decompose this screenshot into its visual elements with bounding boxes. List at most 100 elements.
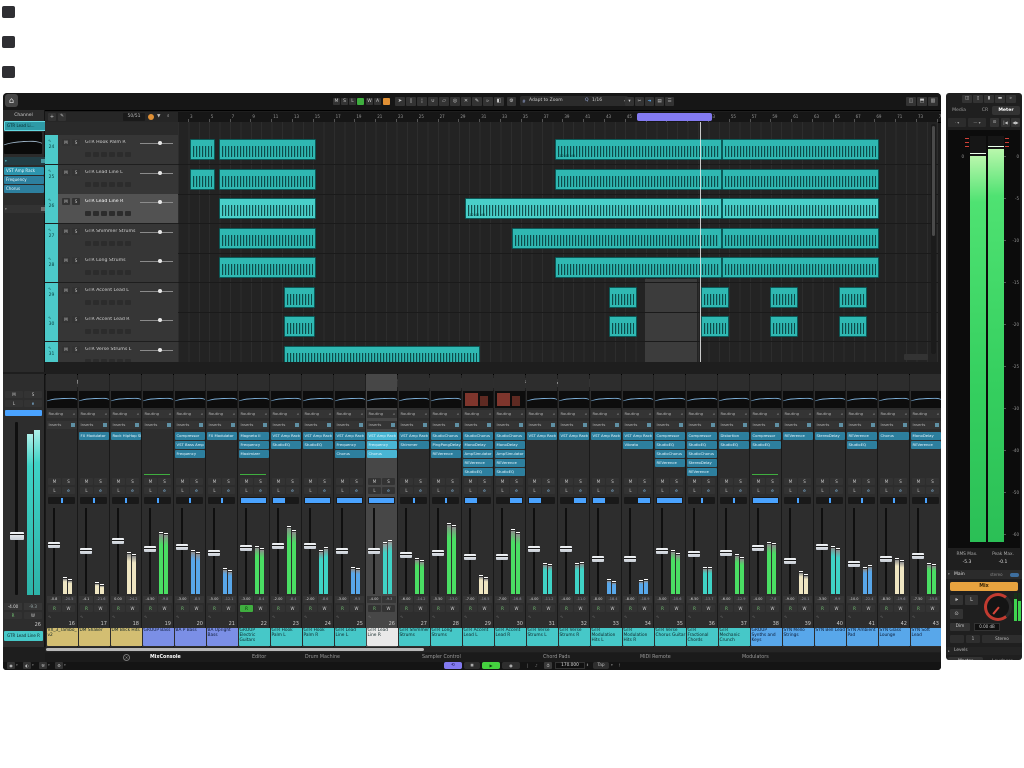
channel-write-button[interactable]: W bbox=[574, 605, 587, 612]
channel-mute-button[interactable]: M bbox=[272, 478, 285, 485]
channel-pan-control[interactable] bbox=[528, 497, 555, 504]
channel-curve-display[interactable] bbox=[431, 391, 461, 408]
insert-slot[interactable]: REVerence bbox=[495, 459, 525, 467]
insert-slot[interactable]: Chorus bbox=[335, 450, 365, 458]
channel-curve-display[interactable] bbox=[495, 391, 525, 408]
mixer-channel-strip[interactable]: Routing◂InsertsVST Amp RackStudioEQMSLe-… bbox=[302, 374, 333, 647]
channel-curve-display[interactable] bbox=[783, 391, 813, 408]
routing-rack-header[interactable]: Routing◂ bbox=[47, 410, 77, 418]
channel-edit-button[interactable]: e bbox=[318, 487, 331, 494]
output-segment-2[interactable]: Stereo bbox=[982, 635, 1022, 643]
routing-rack-header[interactable]: Routing◂ bbox=[463, 410, 493, 418]
listen-dim-button[interactable]: L bbox=[965, 595, 978, 605]
insert-slot[interactable]: StudioChorus bbox=[431, 432, 461, 440]
channel-mute-button[interactable]: M bbox=[688, 478, 701, 485]
channel-solo-button[interactable]: S bbox=[574, 478, 587, 485]
track-volume-handle[interactable] bbox=[158, 348, 162, 352]
channel-write-button[interactable]: W bbox=[894, 605, 907, 612]
channel-solo-button[interactable]: S bbox=[382, 478, 395, 485]
insert-slot[interactable]: REVerence bbox=[655, 459, 685, 467]
mixer-channel-strip[interactable]: Routing◂InsertsChorusMSLe-8.50-19.6RW∿42… bbox=[878, 374, 909, 647]
track-solo-button[interactable]: S bbox=[72, 169, 80, 176]
channel-pan-control[interactable] bbox=[688, 497, 715, 504]
channel-name-chip[interactable]: GTR Mechanic Crunch bbox=[719, 628, 751, 646]
channel-mute-button[interactable]: M bbox=[816, 478, 829, 485]
channel-pan-control[interactable] bbox=[464, 497, 491, 504]
channel-read-button[interactable]: R bbox=[592, 605, 605, 612]
channel-name-chip[interactable]: GROUP Synths and Keys bbox=[751, 628, 783, 646]
inserts-rack-header[interactable]: Inserts bbox=[175, 421, 205, 429]
track-mini-button[interactable] bbox=[93, 152, 99, 157]
insert-slot[interactable]: StudioEQ bbox=[495, 468, 525, 476]
channel-edit-button[interactable]: e bbox=[638, 487, 651, 494]
inserts-rack-header[interactable]: Inserts bbox=[431, 421, 461, 429]
channel-listen-button[interactable]: L bbox=[816, 487, 829, 494]
insert-slot[interactable]: StudioEQ bbox=[271, 441, 301, 449]
zone-expand-icon[interactable]: ▹ bbox=[1006, 95, 1016, 103]
channel-pan-control[interactable] bbox=[208, 497, 235, 504]
mixer-channel-strip[interactable]: Routing◂InsertsVST Amp RackFrequencyChor… bbox=[334, 374, 365, 647]
channel-read-button[interactable]: R bbox=[272, 605, 285, 612]
channel-name-chip[interactable]: SYN Bell Lead bbox=[815, 628, 847, 646]
tab-midi-remote[interactable]: MIDI Remote bbox=[640, 654, 671, 661]
channel-curve-display[interactable] bbox=[111, 391, 141, 408]
mixer-channel-strip[interactable]: Routing◂InsertsCompressorStudioEQMSLe-4.… bbox=[750, 374, 781, 647]
strip-fader-cap[interactable] bbox=[10, 532, 24, 540]
channel-pan-control[interactable] bbox=[400, 497, 427, 504]
channel-read-button[interactable]: R bbox=[880, 605, 893, 612]
insert-slot[interactable]: VST Amp Rack bbox=[271, 432, 301, 440]
insert-slot[interactable]: VST Bass Amp bbox=[175, 441, 205, 449]
split-tool[interactable]: ¦ bbox=[417, 97, 427, 106]
insert-slot[interactable]: Frequency bbox=[175, 450, 205, 458]
channel-solo-button[interactable]: S bbox=[798, 478, 811, 485]
erase-tool[interactable]: ▱ bbox=[439, 97, 449, 106]
inserts-rack-header[interactable]: Inserts bbox=[47, 421, 77, 429]
channel-solo-button[interactable]: S bbox=[510, 478, 523, 485]
window-zone-lower-icon[interactable]: ⬒ bbox=[917, 97, 927, 106]
rightzone-tab-meter[interactable]: Meter bbox=[992, 106, 1020, 115]
channel-write-button[interactable]: W bbox=[702, 605, 715, 612]
channel-curve-display[interactable] bbox=[303, 391, 333, 408]
channel-pan-control[interactable] bbox=[80, 497, 107, 504]
inserts-rack-header[interactable]: Inserts bbox=[143, 421, 173, 429]
settings-icon[interactable]: ⚙ bbox=[55, 662, 63, 669]
meter-mode-icon[interactable]: ◀▶ bbox=[1011, 118, 1020, 127]
channel-listen-button[interactable]: L bbox=[848, 487, 861, 494]
channel-name-chip[interactable]: GTR Accent Lead L bbox=[463, 628, 495, 646]
insert-slot[interactable]: Frequency bbox=[239, 441, 269, 449]
channel-curve-display[interactable] bbox=[847, 391, 877, 408]
channel-mute-button[interactable]: M bbox=[752, 478, 765, 485]
track-mini-button[interactable] bbox=[85, 270, 91, 275]
inserts-rack-header[interactable]: Inserts bbox=[847, 421, 877, 429]
track-volume-slider[interactable] bbox=[140, 261, 173, 262]
channel-curve-display[interactable] bbox=[655, 391, 685, 408]
channel-name-chip[interactable]: GTR Modulation Hits R bbox=[623, 628, 655, 646]
inserts-section-header[interactable]: ▾ bbox=[4, 157, 47, 165]
track-solo-button[interactable]: S bbox=[72, 316, 80, 323]
routing-rack-header[interactable]: Routing◂ bbox=[367, 410, 397, 418]
track-mini-button[interactable] bbox=[85, 152, 91, 157]
meter-preset-dropdown[interactable]: · ▾ bbox=[948, 118, 966, 127]
channel-write-button[interactable]: W bbox=[606, 605, 619, 612]
channel-solo-button[interactable]: S bbox=[862, 478, 875, 485]
track-volume-slider[interactable] bbox=[140, 291, 173, 292]
insert-slot[interactable]: StudioChorus bbox=[495, 432, 525, 440]
channel-read-button[interactable]: R bbox=[784, 605, 797, 612]
insert-slot[interactable]: Compressor bbox=[175, 432, 205, 440]
channel-fader-cap[interactable] bbox=[80, 548, 92, 554]
routing-rack-header[interactable]: Routing◂ bbox=[143, 410, 173, 418]
insert-slot[interactable]: Distortion bbox=[719, 432, 749, 440]
audio-clip[interactable] bbox=[219, 139, 316, 160]
insert-slot[interactable]: VST Amp Rack bbox=[559, 432, 589, 440]
inserts-rack-header[interactable]: Inserts bbox=[495, 421, 525, 429]
audio-clip[interactable] bbox=[722, 257, 879, 278]
channel-read-button[interactable]: R bbox=[80, 605, 93, 612]
mixer-channel-strip[interactable]: Routing◂InsertsStereoDelayMSLe-3.50-9.9R… bbox=[814, 374, 845, 647]
channel-mute-button[interactable]: M bbox=[912, 478, 925, 485]
channel-read-button[interactable]: R bbox=[816, 605, 829, 612]
channel-listen-button[interactable]: L bbox=[592, 487, 605, 494]
channel-solo-button[interactable]: S bbox=[766, 478, 779, 485]
channel-name-chip[interactable]: GTR Verse Strums R bbox=[559, 628, 591, 646]
track-mini-button[interactable] bbox=[117, 270, 123, 275]
track-mini-button[interactable] bbox=[93, 182, 99, 187]
